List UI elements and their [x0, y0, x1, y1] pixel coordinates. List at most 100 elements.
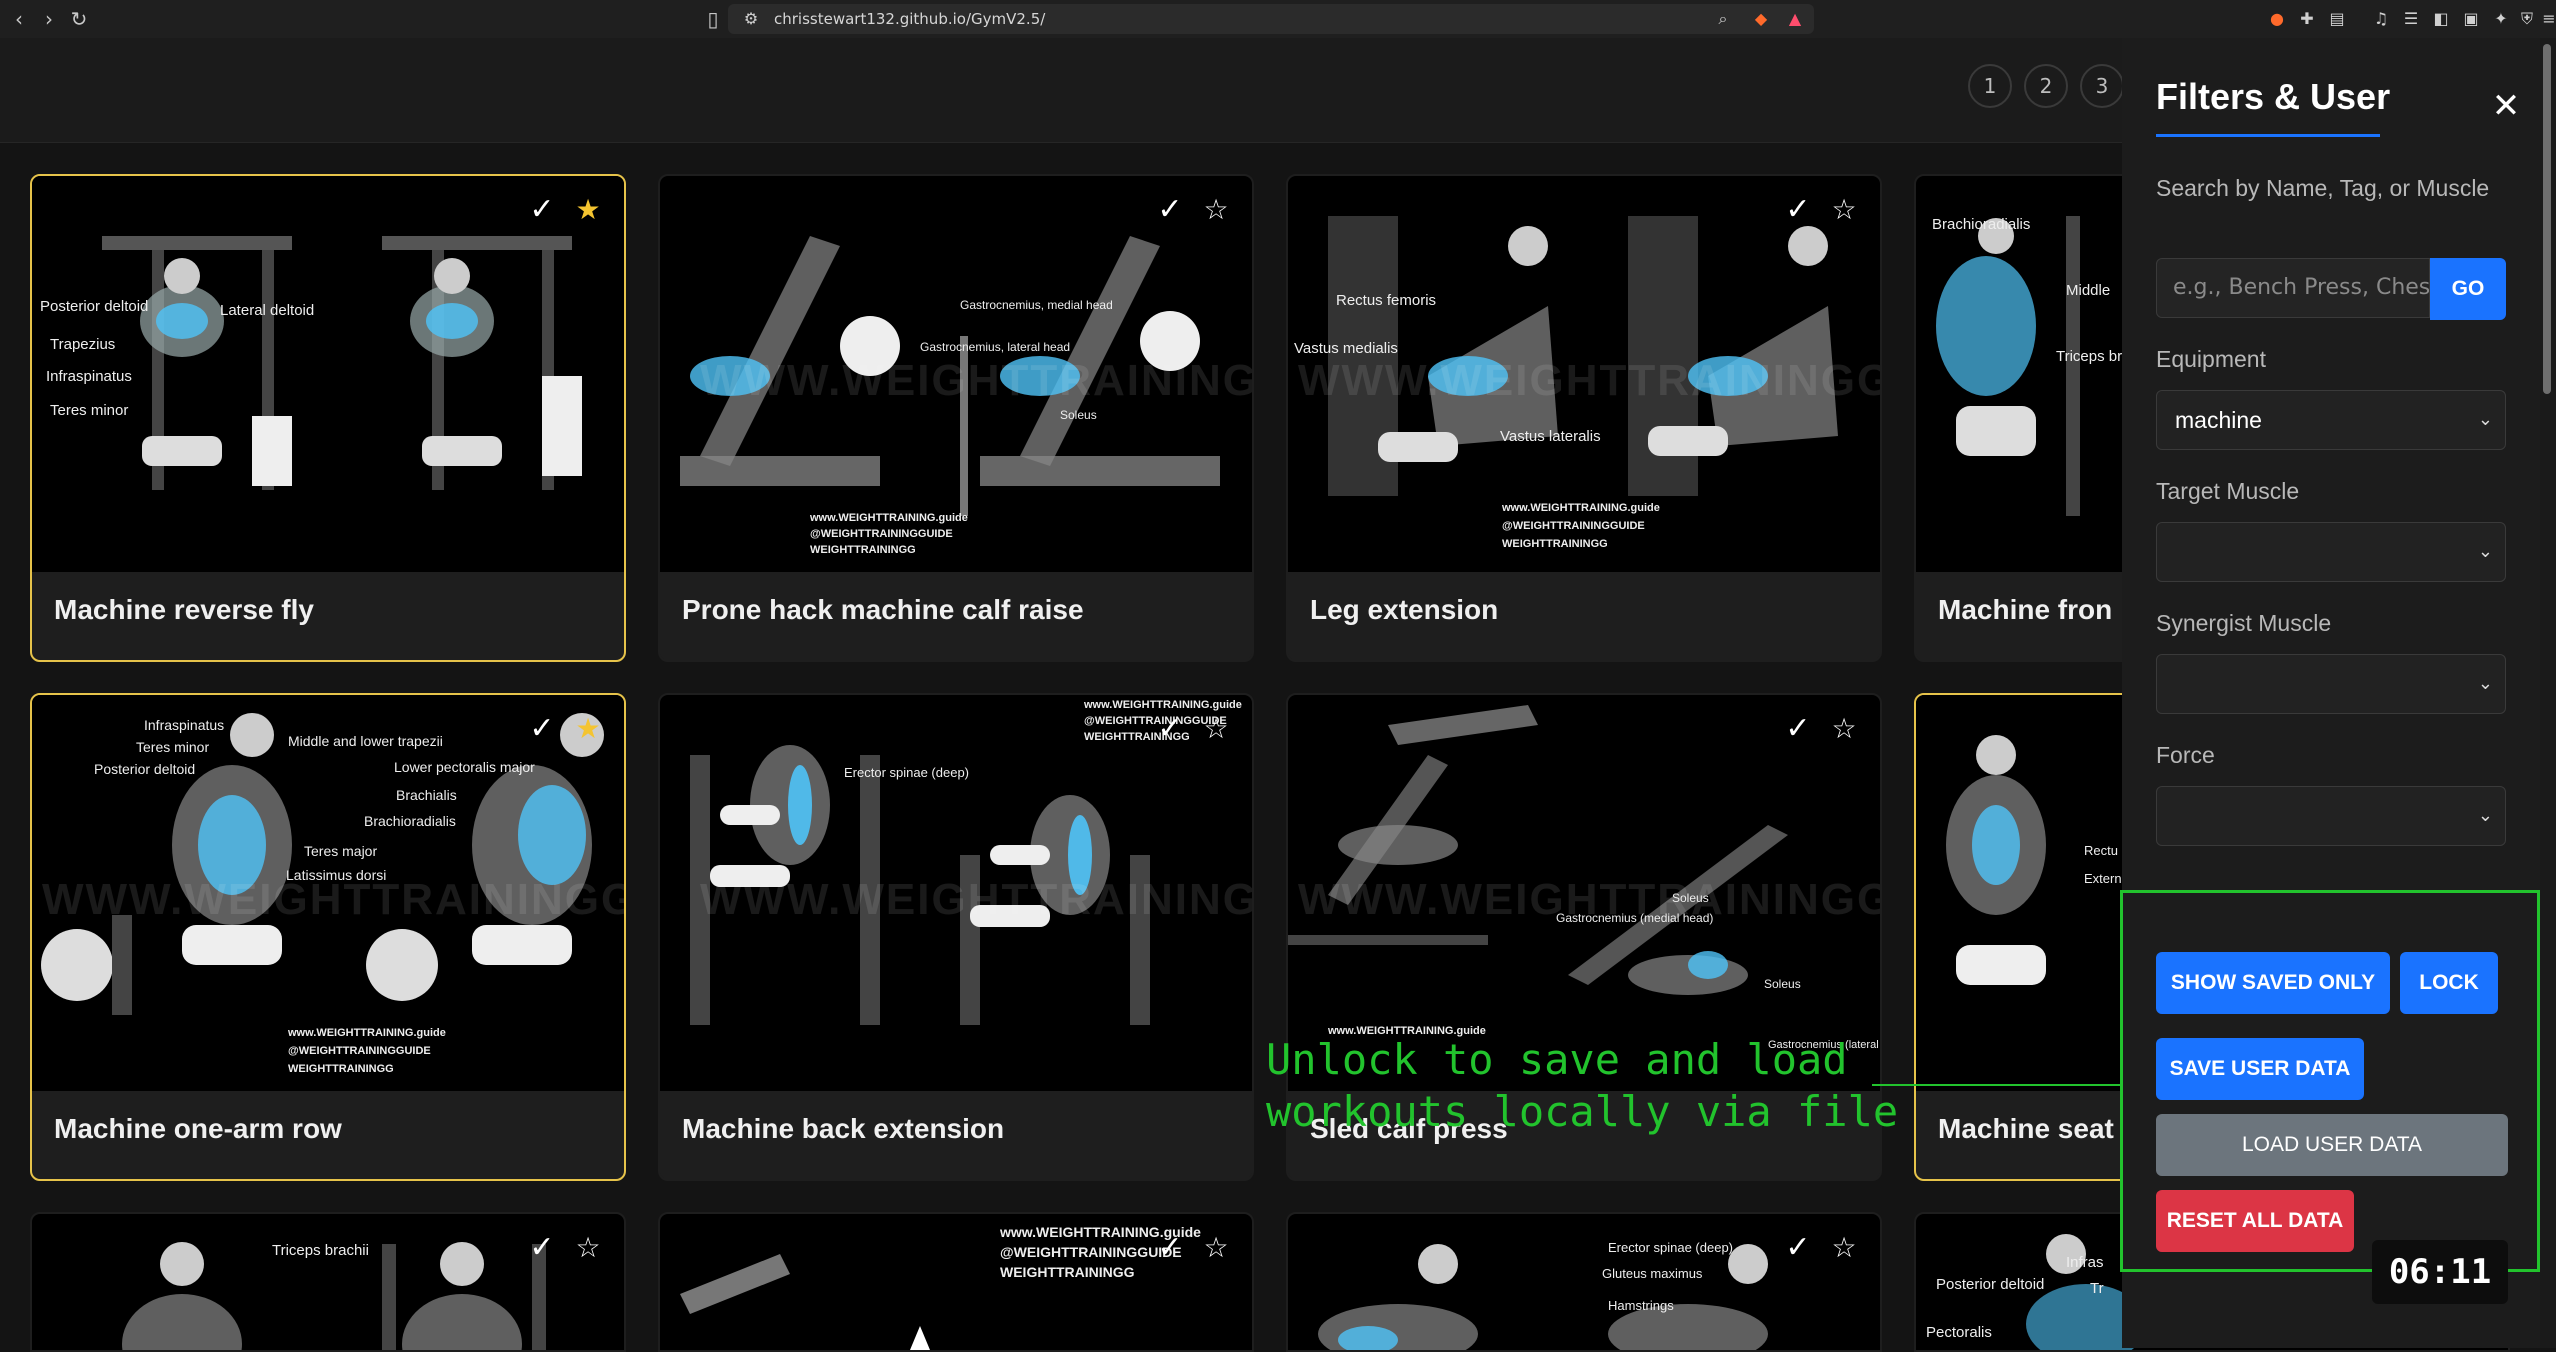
url-text: chrisstewart132.github.io/GymV2.5/	[774, 10, 1046, 28]
sidebar-toggle-icon[interactable]: ◧	[2430, 8, 2452, 30]
search-label: Search by Name, Tag, or Muscle	[2156, 175, 2490, 201]
exercise-title: Machine reverse fly	[54, 594, 314, 625]
exercise-title: Machine seat	[1938, 1113, 2114, 1144]
exercise-image: Gastrocnemius, medial head Gastrocnemius…	[660, 176, 1252, 572]
scrollbar-thumb[interactable]	[2543, 44, 2551, 394]
exercise-card[interactable]: Rectus femoris Vastus medialis Vastus la…	[1286, 174, 1882, 662]
mark-done-icon[interactable]: ✓	[1152, 1230, 1188, 1266]
go-button[interactable]: GO	[2430, 258, 2506, 320]
menu-icon[interactable]: ≡	[2538, 8, 2556, 30]
bookmark-icon[interactable]: ▯	[700, 6, 726, 32]
muscle-label: Infraspinatus	[144, 717, 225, 733]
extension-icon[interactable]: ●	[2266, 8, 2288, 30]
reader-icon[interactable]: ▤	[2326, 8, 2348, 30]
watermark: WWW.WEIGHTTRAININGGUIDE	[1298, 356, 1880, 405]
target-muscle-select[interactable]: ⌄	[2156, 522, 2506, 582]
back-icon[interactable]: ‹	[6, 6, 32, 32]
close-icon[interactable]: ✕	[2486, 86, 2526, 126]
annotation-highlight-box	[2120, 890, 2540, 1272]
wallet-icon[interactable]: ▣	[2460, 8, 2482, 30]
zoom-icon[interactable]: ⌕	[1712, 8, 1734, 30]
muscle-label: Rectus femoris	[1336, 292, 1437, 309]
star-outline-icon[interactable]: ☆	[1826, 711, 1862, 747]
exercise-card[interactable]: Gastrocnemius, medial head Gastrocnemius…	[658, 174, 1254, 662]
page-2-button[interactable]: 2	[2024, 64, 2068, 108]
muscle-label: Hamstrings	[1608, 1298, 1674, 1313]
exercise-card[interactable]: Posterior deltoid Lateral deltoid Trapez…	[30, 174, 626, 662]
page-3-button[interactable]: 3	[2080, 64, 2124, 108]
media-icon[interactable]: ♫	[2370, 8, 2392, 30]
watermark-url: www.WEIGHTTRAINING.guide	[1502, 502, 1660, 514]
search-input[interactable]: e.g., Bench Press, Chest	[2156, 258, 2430, 318]
mark-done-icon[interactable]: ✓	[1780, 192, 1816, 228]
exercise-card[interactable]: Erector spinae (deep) www.WEIGHTTRAINING…	[658, 693, 1254, 1181]
address-bar[interactable]: ⚙ chrisstewart132.github.io/GymV2.5/ ⌕ ◆…	[728, 4, 1814, 34]
watermark-url: www.WEIGHTTRAINING.guide	[810, 512, 968, 524]
mark-done-icon[interactable]: ✓	[524, 192, 560, 228]
muscle-label: Gastrocnemius, lateral head	[920, 340, 1071, 354]
brave-shield-icon[interactable]: ◆	[1750, 8, 1772, 30]
forward-icon[interactable]: ›	[36, 6, 62, 32]
muscle-label: Triceps brachii	[272, 1242, 369, 1259]
exercise-title: Machine back extension	[682, 1113, 1005, 1144]
muscle-label: Vastus lateralis	[1500, 428, 1601, 445]
mark-done-icon[interactable]: ✓	[1780, 1230, 1816, 1266]
exercise-title: Prone hack machine calf raise	[682, 594, 1084, 625]
muscle-label: Rectu	[2084, 843, 2118, 858]
annotation-connector	[1872, 1084, 2122, 1086]
muscle-label: Teres minor	[136, 739, 210, 755]
browser-toolbar: ‹ › ↻ ▯ ⚙ chrisstewart132.github.io/GymV…	[0, 0, 2556, 39]
exercise-card[interactable]: Triceps brachii ✓ ☆	[30, 1212, 626, 1352]
muscle-label: Infras	[2066, 1254, 2104, 1271]
mark-done-icon[interactable]: ✓	[1152, 192, 1188, 228]
muscle-label: Posterior deltoid	[1936, 1276, 2045, 1293]
muscle-label: Lateral deltoid	[220, 302, 315, 319]
page-header: 1 2 3	[0, 38, 2124, 143]
star-outline-icon[interactable]: ☆	[1198, 711, 1234, 747]
annotation-line-2: workouts locally via file	[1266, 1087, 1899, 1136]
equipment-select[interactable]: machine ⌄	[2156, 390, 2506, 450]
exercise-card[interactable]: Erector spinae (deep) Gluteus maximus Ha…	[1286, 1212, 1882, 1352]
muscle-label: Erector spinae (deep)	[844, 765, 970, 780]
vpn-icon[interactable]: ⛨	[2516, 8, 2538, 30]
force-select[interactable]: ⌄	[2156, 786, 2506, 846]
muscle-label: Gastrocnemius, medial head	[960, 298, 1113, 312]
mark-done-icon[interactable]: ✓	[1780, 711, 1816, 747]
star-outline-icon[interactable]: ☆	[1198, 192, 1234, 228]
sidebar-title: Filters & User	[2156, 76, 2391, 117]
star-filled-icon[interactable]: ★	[570, 192, 606, 228]
force-label: Force	[2156, 742, 2215, 768]
muscle-label: Lower pectoralis major	[394, 759, 535, 775]
muscle-label: Soleus	[1060, 408, 1097, 422]
watermark: WWW.WEIGHTTRAININGGUIDE	[700, 875, 1252, 924]
muscle-label: Soleus	[1764, 977, 1801, 991]
muscle-label: Teres minor	[50, 402, 129, 419]
star-outline-icon[interactable]: ☆	[1826, 192, 1862, 228]
downloads-icon[interactable]: ☰	[2400, 8, 2422, 30]
star-outline-icon[interactable]: ☆	[570, 1230, 606, 1266]
exercise-card[interactable]: Infraspinatus Teres minor Posterior delt…	[30, 693, 626, 1181]
leo-icon[interactable]: ✦	[2490, 8, 2512, 30]
rewards-icon[interactable]: ▲	[1784, 8, 1806, 30]
star-outline-icon[interactable]: ☆	[1826, 1230, 1862, 1266]
chevron-down-icon: ⌄	[2477, 409, 2493, 430]
exercise-title: Machine fron	[1938, 594, 2113, 625]
muscle-label: Brachioradialis	[364, 813, 456, 829]
mark-done-icon[interactable]: ✓	[524, 1230, 560, 1266]
mark-done-icon[interactable]: ✓	[1152, 711, 1188, 747]
muscle-label: Middle and lower trapezii	[288, 733, 443, 749]
reload-icon[interactable]: ↻	[66, 6, 92, 32]
exercise-image: Soleus Gastrocnemius (medial head) Soleu…	[1288, 695, 1880, 1091]
exercise-image: Infraspinatus Teres minor Posterior delt…	[32, 695, 624, 1091]
synergist-muscle-select[interactable]: ⌄	[2156, 654, 2506, 714]
page-1-button[interactable]: 1	[1968, 64, 2012, 108]
star-outline-icon[interactable]: ☆	[1198, 1230, 1234, 1266]
mark-done-icon[interactable]: ✓	[524, 711, 560, 747]
site-info-icon[interactable]: ⚙	[740, 8, 762, 30]
star-filled-icon[interactable]: ★	[570, 711, 606, 747]
watermark-instagram: @WEIGHTTRAININGGUIDE	[288, 1045, 431, 1057]
puzzle-icon[interactable]: ✚	[2296, 8, 2318, 30]
exercise-card[interactable]: www.WEIGHTTRAINING.guide @WEIGHTTRAINING…	[658, 1212, 1254, 1352]
muscle-label: Teres major	[304, 843, 378, 859]
title-underline	[2156, 134, 2380, 137]
